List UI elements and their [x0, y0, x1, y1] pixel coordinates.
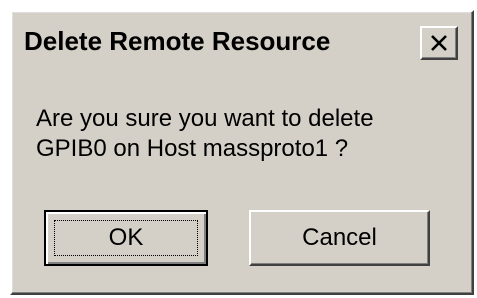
message-line-1: Are you sure you want to delete [36, 105, 374, 132]
ok-button-label: OK [108, 224, 144, 251]
delete-remote-resource-dialog: Delete Remote Resource Are you sure you … [10, 10, 474, 295]
cancel-button[interactable]: Cancel [249, 210, 430, 266]
cancel-button-label: Cancel [302, 224, 377, 251]
ok-button[interactable]: OK [44, 210, 208, 266]
close-button[interactable] [420, 26, 458, 60]
message-line-2: GPIB0 on Host massproto1 ? [36, 135, 349, 162]
dialog-title: Delete Remote Resource [24, 26, 331, 56]
close-icon [430, 35, 448, 51]
confirmation-message: Are you sure you want to delete GPIB0 on… [36, 104, 466, 164]
